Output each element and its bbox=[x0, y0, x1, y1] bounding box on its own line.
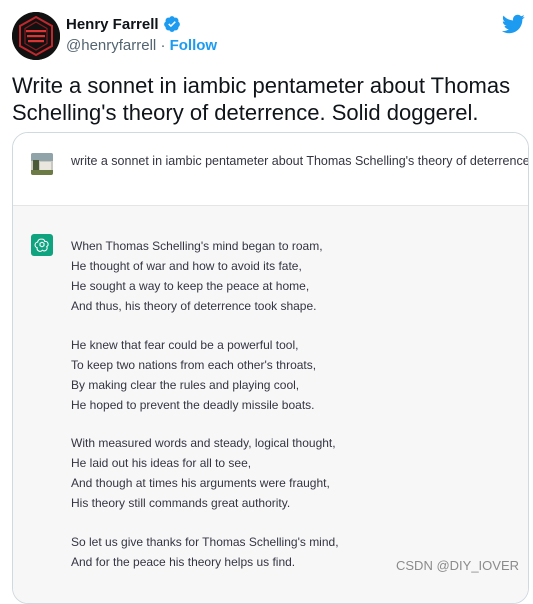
author-name-row[interactable]: Henry Farrell bbox=[66, 15, 181, 33]
tweet-text: Write a sonnet in iambic pentameter abou… bbox=[12, 73, 511, 125]
poem-line: By making clear the rules and playing co… bbox=[71, 377, 300, 392]
tweet-embed: Henry Farrell @henryfarrell · Follow Wri… bbox=[0, 0, 533, 604]
poem-line: He knew that fear could be a powerful to… bbox=[71, 337, 299, 352]
follow-button[interactable]: Follow bbox=[170, 37, 218, 54]
poem-line: To keep two nations from each other's th… bbox=[71, 357, 317, 372]
twitter-bird-icon[interactable] bbox=[501, 12, 525, 36]
poem-line: His theory still commands great authorit… bbox=[71, 496, 291, 510]
author-name[interactable]: Henry Farrell bbox=[66, 16, 159, 33]
stanza: He knew that fear could be a powerful to… bbox=[71, 335, 511, 415]
poem-line: With measured words and steady, logical … bbox=[71, 436, 336, 450]
attached-image-card[interactable]: write a sonnet in iambic pentameter abou… bbox=[12, 132, 529, 604]
poem-line: He laid out his ideas for all to see, bbox=[71, 456, 252, 470]
poem-line: And though at times his arguments were f… bbox=[71, 476, 330, 490]
poem-line: When Thomas Schelling's mind began to ro… bbox=[71, 239, 323, 253]
separator-dot: · bbox=[160, 37, 166, 54]
watermark-text: CSDN @DIY_IOVER bbox=[396, 558, 519, 573]
poem-line: So let us give thanks for Thomas Schelli… bbox=[71, 534, 339, 549]
poem-line: He thought of war and how to avoid its f… bbox=[71, 259, 302, 273]
author-avatar[interactable] bbox=[12, 12, 60, 60]
user-prompt-row: write a sonnet in iambic pentameter abou… bbox=[13, 133, 528, 206]
poem-line: He hoped to prevent the deadly missile b… bbox=[71, 397, 315, 412]
user-avatar-icon bbox=[31, 153, 53, 175]
avatar-image bbox=[12, 12, 60, 60]
stanza: With measured words and steady, logical … bbox=[71, 433, 511, 513]
author-handle[interactable]: @henryfarrell bbox=[66, 37, 156, 54]
poem-line: And thus, his theory of deterrence took … bbox=[71, 299, 317, 313]
author-handle-row: @henryfarrell · Follow bbox=[66, 37, 217, 54]
assistant-response: When Thomas Schelling's mind began to ro… bbox=[13, 206, 528, 603]
user-prompt-text: write a sonnet in iambic pentameter abou… bbox=[71, 154, 529, 168]
stanza: When Thomas Schelling's mind began to ro… bbox=[71, 236, 511, 316]
poem-line: He sought a way to keep the peace at hom… bbox=[71, 279, 310, 293]
verified-badge-icon bbox=[163, 15, 181, 33]
openai-logo-icon bbox=[31, 234, 53, 256]
poem: When Thomas Schelling's mind began to ro… bbox=[71, 236, 511, 590]
